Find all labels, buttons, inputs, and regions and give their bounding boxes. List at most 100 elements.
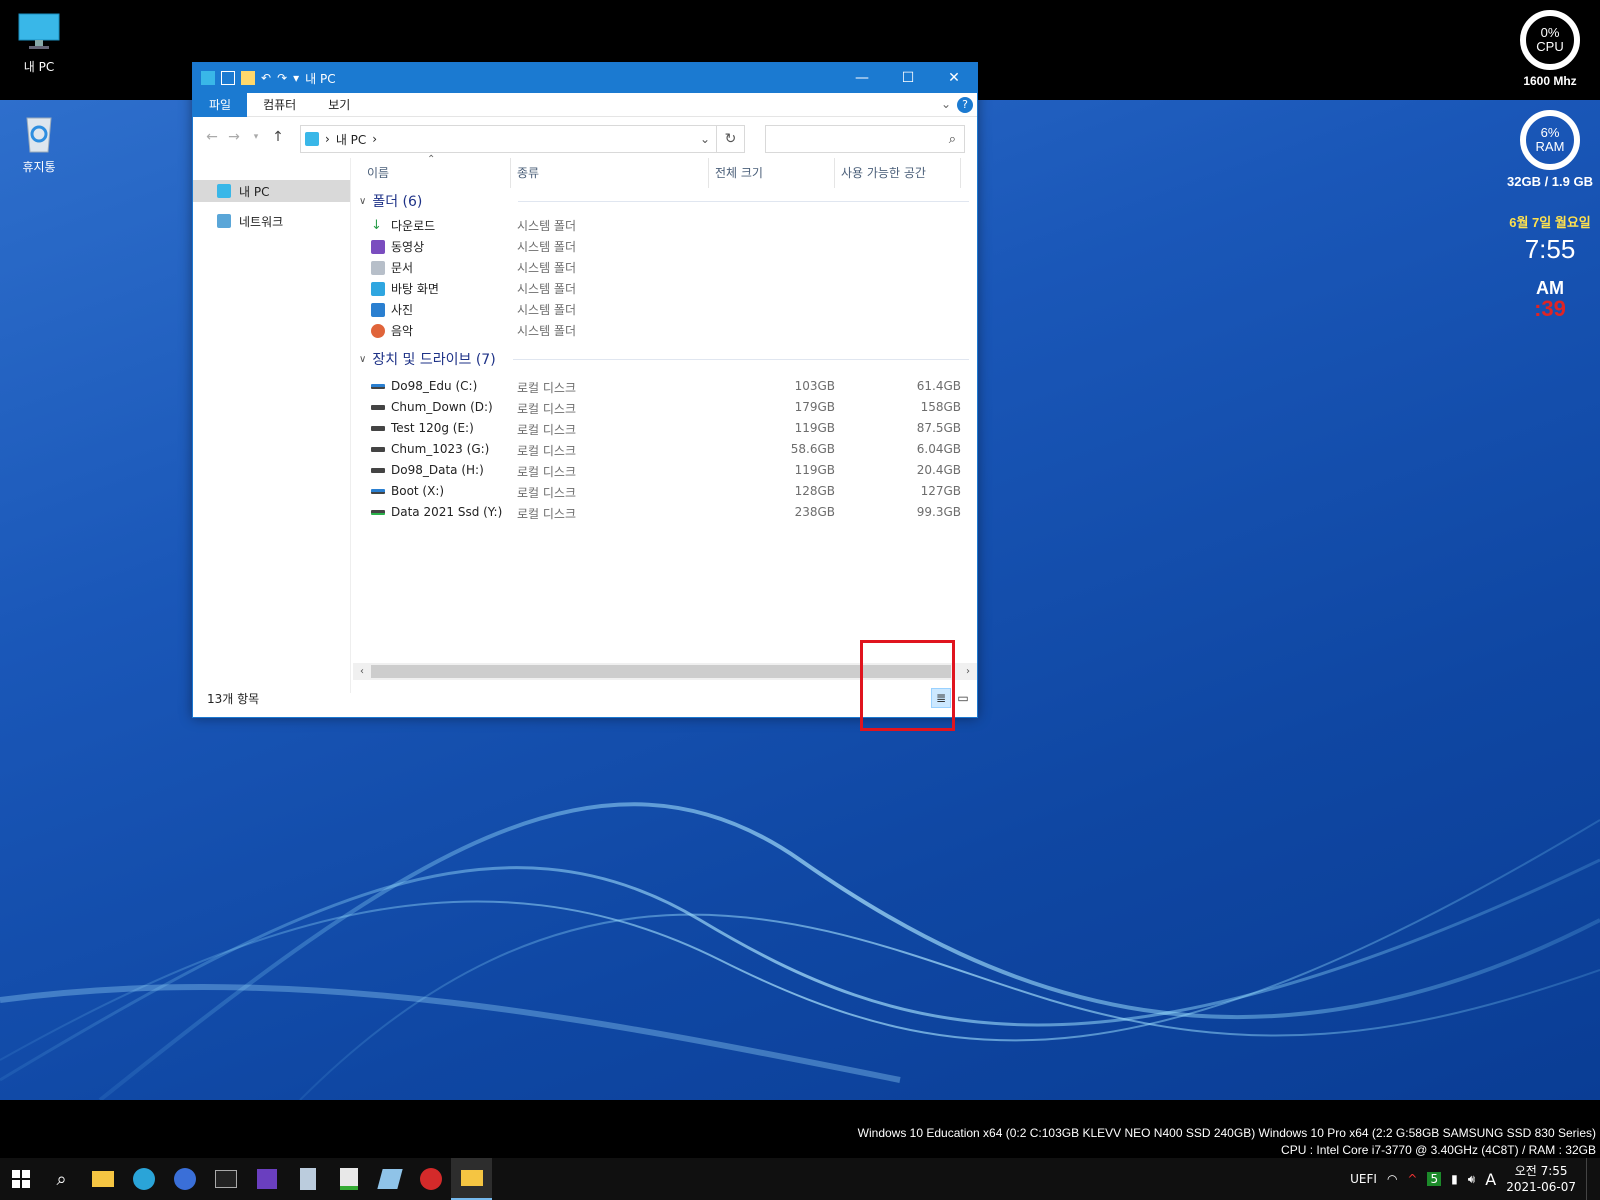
customize-toolbar-icon[interactable]: ▾ <box>293 71 299 85</box>
list-item[interactable]: Do98_Edu (C:) 로컬 디스크 103GB 61.4GB <box>353 376 977 397</box>
nav-item-network[interactable]: 네트워크 <box>193 210 350 232</box>
cpu-gadget: 0% CPU 1600 Mhz <box>1520 10 1580 95</box>
cpu-frequency: 1600 Mhz <box>1523 74 1577 88</box>
tab-computer[interactable]: 컴퓨터 <box>247 93 312 117</box>
large-icons-view-button[interactable]: ▭ <box>953 688 973 708</box>
app-icon <box>339 1168 358 1190</box>
item-type: 로컬 디스크 <box>517 444 577 458</box>
start-button[interactable] <box>0 1158 41 1200</box>
list-item[interactable]: Test 120g (E:) 로컬 디스크 119GB 87.5GB <box>353 418 977 439</box>
clock-time: 오전 7:55 <box>1514 1164 1568 1178</box>
close-button[interactable]: ✕ <box>931 63 977 93</box>
item-name: Boot (X:) <box>391 484 445 498</box>
list-item[interactable]: Data 2021 Ssd (Y:) 로컬 디스크 238GB 99.3GB <box>353 502 977 523</box>
list-item[interactable]: 문서 시스템 폴더 <box>353 256 977 277</box>
tab-file[interactable]: 파일 <box>193 92 248 117</box>
drive-icon <box>371 467 385 473</box>
group-header-folders[interactable]: ∨ 폴더 (6) <box>353 188 977 214</box>
app-icon <box>173 1168 196 1190</box>
windows-logo-icon <box>11 1170 30 1188</box>
taskbar-calculator[interactable] <box>287 1158 328 1200</box>
scroll-right-button[interactable]: › <box>959 663 977 680</box>
address-bar[interactable]: › 내 PC › ⌄ <box>300 125 717 153</box>
item-type: 로컬 디스크 <box>517 465 577 479</box>
list-item[interactable]: Boot (X:) 로컬 디스크 128GB 127GB <box>353 481 977 502</box>
recent-locations-button[interactable]: ▾ <box>245 132 267 142</box>
column-type[interactable]: 종류 <box>511 158 709 188</box>
list-item[interactable]: ↓ 다운로드 시스템 폴더 <box>353 214 977 235</box>
tray-badge[interactable]: 5 <box>1427 1172 1442 1186</box>
search-input[interactable]: ⌕ <box>765 125 965 153</box>
column-name[interactable]: 이름 <box>361 158 511 188</box>
item-name: 동영상 <box>391 240 425 254</box>
pictures-icon <box>371 302 385 317</box>
item-type: 로컬 디스크 <box>517 381 577 395</box>
date-gadget: 6월 7일 월요일 <box>1509 215 1591 230</box>
back-button[interactable]: ← <box>201 129 223 145</box>
maximize-button[interactable]: ☐ <box>885 63 931 93</box>
desktop-icon-label: 내 PC <box>23 60 55 74</box>
title-bar: ↶ ↷ ▾ 내 PC — ☐ ✕ <box>193 63 977 93</box>
scroll-left-button[interactable]: ‹ <box>353 663 371 680</box>
up-button[interactable]: ↑ <box>267 129 289 145</box>
properties-icon[interactable] <box>221 71 235 85</box>
show-hidden-icons-icon[interactable]: ^ <box>1407 1172 1417 1186</box>
group-header-drives[interactable]: ∨ 장치 및 드라이브 (7) <box>353 346 977 372</box>
list-item[interactable]: 바탕 화면 시스템 폴더 <box>353 277 977 298</box>
show-desktop-button[interactable] <box>1586 1158 1590 1200</box>
list-item[interactable]: 음악 시스템 폴더 <box>353 319 977 340</box>
list-item[interactable]: Chum_Down (D:) 로컬 디스크 179GB 158GB <box>353 397 977 418</box>
desktop-icon-recycle-bin[interactable]: 휴지통 <box>4 110 74 175</box>
quick-access-toolbar: ↶ ↷ ▾ <box>193 71 299 85</box>
ram-gadget: 6% RAM 32GB / 1.9 GB <box>1507 110 1593 195</box>
list-item[interactable]: Do98_Data (H:) 로컬 디스크 119GB 20.4GB <box>353 460 977 481</box>
taskbar-clock[interactable]: 오전 7:55 2021-06-07 <box>1506 1163 1576 1195</box>
address-dropdown-icon[interactable]: ⌄ <box>700 132 710 146</box>
item-free-space: 6.04GB <box>916 442 961 456</box>
new-folder-icon[interactable] <box>241 71 255 85</box>
item-type: 시스템 폴더 <box>517 324 577 338</box>
item-type: 시스템 폴더 <box>517 282 577 296</box>
power-icon <box>419 1168 442 1190</box>
taskbar-app-2[interactable] <box>328 1158 369 1200</box>
chevron-down-icon: ∨ <box>359 353 367 365</box>
item-total-size: 179GB <box>794 400 835 414</box>
taskbar-terminal[interactable] <box>205 1158 246 1200</box>
ribbon-tabs: 파일 컴퓨터 보기 ⌄ ? <box>193 92 977 117</box>
column-free-space[interactable]: 사용 가능한 공간 <box>835 158 961 188</box>
refresh-button[interactable]: ↻ <box>717 125 745 153</box>
taskbar-power[interactable] <box>410 1158 451 1200</box>
minimize-button[interactable]: — <box>839 63 885 93</box>
list-item[interactable]: 사진 시스템 폴더 <box>353 298 977 319</box>
volume-icon[interactable]: 🔊︎ <box>1468 1172 1476 1187</box>
forward-button[interactable]: → <box>223 129 245 145</box>
drive-icon <box>371 509 385 515</box>
documents-icon <box>371 260 385 275</box>
column-total-size[interactable]: 전체 크기 <box>709 158 835 188</box>
tab-view[interactable]: 보기 <box>312 93 366 117</box>
usb-icon[interactable]: ▮ <box>1451 1172 1458 1186</box>
taskbar-file-explorer[interactable] <box>82 1158 123 1200</box>
nav-item-my-pc[interactable]: 내 PC <box>193 180 350 202</box>
expand-ribbon-icon[interactable]: ⌄ <box>941 97 951 111</box>
taskbar-cpu-app[interactable] <box>246 1158 287 1200</box>
list-item[interactable]: 동영상 시스템 폴더 <box>353 235 977 256</box>
breadcrumb-my-pc[interactable]: 내 PC <box>336 131 366 148</box>
undo-icon[interactable]: ↶ <box>261 71 271 85</box>
taskbar-edge[interactable] <box>123 1158 164 1200</box>
cpu-label: CPU <box>1536 39 1564 54</box>
item-total-size: 58.6GB <box>790 442 835 456</box>
taskbar-app-3[interactable] <box>369 1158 410 1200</box>
chevron-down-icon: ∨ <box>359 195 367 207</box>
taskbar-search-button[interactable]: ⌕ <box>41 1158 82 1200</box>
list-item[interactable]: Chum_1023 (G:) 로컬 디스크 58.6GB 6.04GB <box>353 439 977 460</box>
item-free-space: 127GB <box>920 484 961 498</box>
item-name: 다운로드 <box>391 219 436 233</box>
help-icon[interactable]: ? <box>957 97 973 113</box>
taskbar-file-explorer-active[interactable] <box>451 1158 492 1200</box>
taskbar-app-1[interactable] <box>164 1158 205 1200</box>
desktop-icon-my-pc[interactable]: 내 PC <box>4 10 74 75</box>
redo-icon[interactable]: ↷ <box>277 71 287 85</box>
ime-indicator[interactable]: A <box>1485 1170 1496 1189</box>
network-icon[interactable]: ◠ <box>1387 1172 1397 1186</box>
